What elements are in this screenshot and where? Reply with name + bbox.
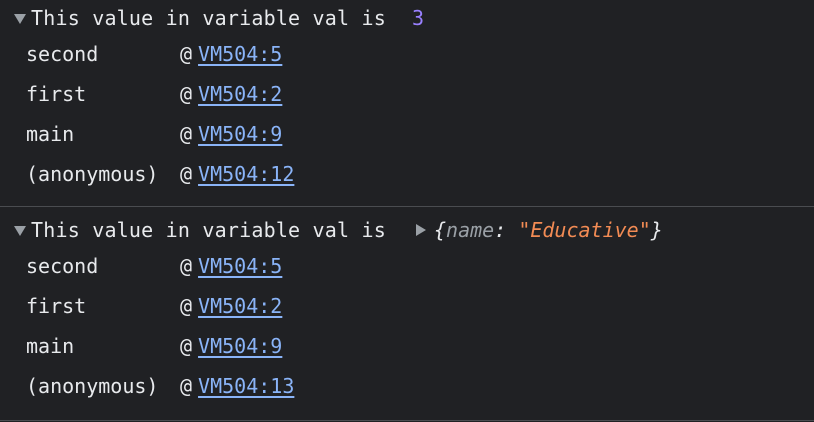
- stack-frame: (anonymous) @ VM504:13: [26, 366, 294, 406]
- source-link[interactable]: VM504:9: [198, 326, 282, 366]
- stack-frame: main @ VM504:9: [26, 326, 294, 366]
- stack-trace: second @ VM504:5 first @ VM504:2 main @ VM504:…: [26, 246, 294, 406]
- at-symbol: @: [180, 334, 193, 358]
- stack-frame: first @ VM504:2: [26, 286, 294, 326]
- message-text: This value in variable val is: [31, 218, 386, 242]
- devtools-console: This value in variable val is 3 second @ V…: [0, 0, 814, 422]
- console-message-trace: This value in variable val is 3 second @ V…: [0, 0, 814, 206]
- object-preview[interactable]: {name: "Educative"}: [434, 216, 663, 244]
- function-name: first: [26, 82, 87, 106]
- source-link[interactable]: VM504:13: [198, 366, 294, 406]
- source-link[interactable]: VM504:5: [198, 246, 282, 286]
- object-key: name: [446, 218, 495, 242]
- source-link[interactable]: VM504:5: [198, 34, 282, 74]
- triangle-down-icon[interactable]: [14, 226, 26, 236]
- stack-frame: second @ VM504:5: [26, 246, 294, 286]
- function-name: second: [26, 42, 99, 66]
- at-symbol: @: [180, 254, 193, 278]
- message-header[interactable]: This value in variable val is 3: [14, 4, 424, 32]
- at-symbol: @: [180, 82, 193, 106]
- function-name: main: [26, 122, 75, 146]
- source-link[interactable]: VM504:2: [198, 74, 282, 114]
- function-name: main: [26, 334, 75, 358]
- stack-frame: main @ VM504:9: [26, 114, 294, 154]
- at-symbol: @: [180, 122, 193, 146]
- message-header[interactable]: This value in variable val is {name: "Ed…: [14, 216, 663, 244]
- stack-frame: second @ VM504:5: [26, 34, 294, 74]
- at-symbol: @: [180, 374, 193, 398]
- source-link[interactable]: VM504:9: [198, 114, 282, 154]
- object-colon: :: [494, 218, 519, 242]
- object-string-value: "Educative": [518, 218, 651, 242]
- source-link[interactable]: VM504:12: [198, 154, 294, 194]
- number-value: 3: [412, 6, 425, 30]
- at-symbol: @: [180, 294, 193, 318]
- source-link[interactable]: VM504:2: [198, 286, 282, 326]
- object-close-brace: }: [650, 218, 663, 242]
- function-name: first: [26, 294, 87, 318]
- triangle-right-icon[interactable]: [416, 224, 426, 236]
- triangle-down-icon[interactable]: [14, 14, 26, 24]
- function-name: (anonymous): [26, 374, 159, 398]
- function-name: (anonymous): [26, 162, 159, 186]
- at-symbol: @: [180, 162, 193, 186]
- message-divider: [0, 420, 814, 421]
- stack-trace: second @ VM504:5 first @ VM504:2 main @ VM504:…: [26, 34, 294, 194]
- function-name: second: [26, 254, 99, 278]
- object-open-brace: {: [434, 218, 447, 242]
- message-text: This value in variable val is: [31, 6, 386, 30]
- stack-frame: (anonymous) @ VM504:12: [26, 154, 294, 194]
- stack-frame: first @ VM504:2: [26, 74, 294, 114]
- at-symbol: @: [180, 42, 193, 66]
